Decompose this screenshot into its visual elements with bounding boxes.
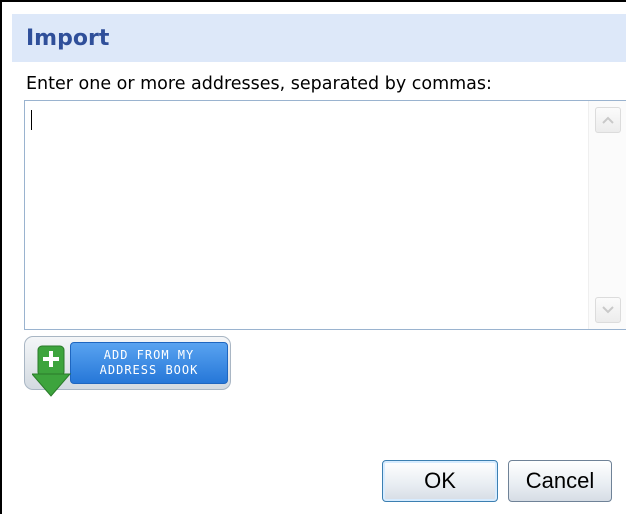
scroll-up-button[interactable] (595, 107, 621, 133)
addresses-textarea[interactable] (25, 101, 587, 329)
addresses-field-container (24, 100, 626, 330)
addresses-prompt: Enter one or more addresses, separated b… (26, 74, 492, 94)
import-dialog: Import Enter one or more addresses, sepa… (0, 0, 626, 514)
add-from-address-book-label: ADD FROM MY ADDRESS BOOK (70, 342, 228, 384)
scroll-down-button[interactable] (595, 297, 621, 323)
textarea-scrollbar[interactable] (588, 101, 626, 329)
add-from-address-book-line1: ADD FROM MY (103, 348, 195, 362)
text-caret (31, 110, 32, 130)
chevron-down-icon (602, 306, 614, 314)
chevron-up-icon (602, 116, 614, 124)
plus-arrow-down-icon (32, 345, 72, 397)
cancel-button[interactable]: Cancel (508, 460, 612, 502)
add-from-address-book-line2: ADDRESS BOOK (99, 363, 199, 377)
dialog-title: Import (26, 25, 110, 51)
add-from-address-book-button[interactable]: ADD FROM MY ADDRESS BOOK (24, 336, 232, 397)
ok-button[interactable]: OK (382, 460, 498, 502)
dialog-title-bar: Import (12, 14, 626, 62)
